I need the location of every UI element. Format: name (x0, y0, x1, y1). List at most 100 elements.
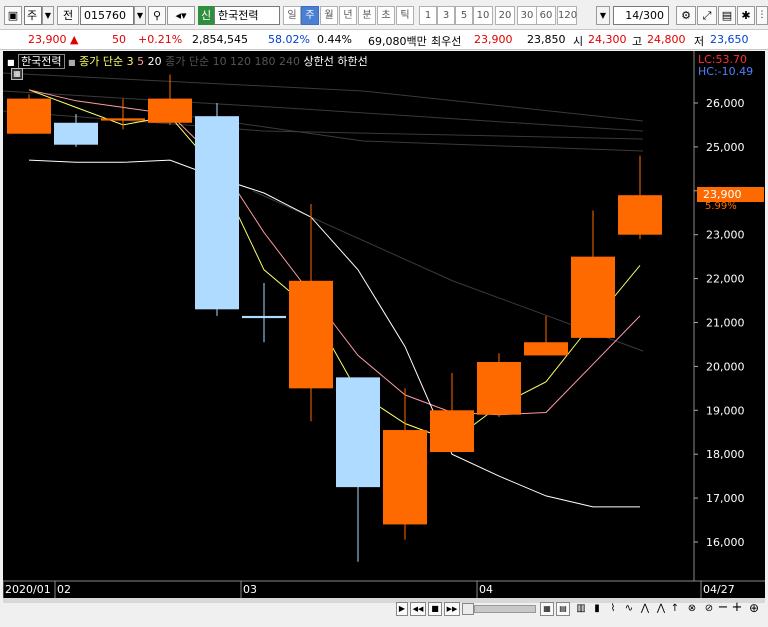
grid-icon[interactable]: ▦ (11, 68, 23, 80)
chart-type-line-icon[interactable]: ⌇ (606, 602, 620, 616)
legend-upper-limit[interactable]: 상한선 (304, 55, 334, 68)
interval-button-5[interactable]: 30 (517, 6, 537, 25)
price-change-pct: +0.21% (138, 33, 183, 46)
list-icon[interactable]: ▤ (556, 602, 570, 616)
legend-ma-hidden[interactable]: 종가 단순 10 120 180 240 (165, 55, 300, 68)
stock-name[interactable]: 한국전력 (214, 6, 280, 25)
interval-button-4[interactable]: 20 (495, 6, 515, 25)
current-price-pct: 5.99% (705, 201, 737, 212)
legend-ma-3: 3 (126, 55, 134, 68)
period-button-5[interactable]: 초 (377, 6, 395, 25)
square-icon: ■ (7, 58, 15, 67)
period-button-6[interactable]: 틱 (396, 6, 414, 25)
legend-ma-20: 20 (147, 55, 162, 68)
fullscreen-icon[interactable]: ⊕ (746, 600, 762, 616)
window-icon[interactable]: ▣ (4, 6, 22, 25)
market-type-select[interactable]: 주 (24, 6, 42, 25)
volume-ratio: 58.02% (268, 33, 310, 46)
square-icon: ■ (68, 58, 76, 67)
y-tick-label: 19,000 (706, 404, 745, 417)
interval-button-1[interactable]: 3 (437, 6, 455, 25)
y-tick-label: 17,000 (706, 492, 745, 505)
chart-navigation-bar: ▶ ◀◀ ■ ▶▶ ▦ ▤ ▥ ▮ ⌇ ∿ ⋀ ⋀ ↑ ⊗ ⊘ − + ⊕ (0, 598, 768, 627)
candle-body (195, 116, 239, 310)
candlestick-chart[interactable]: 26,00025,00024,00023,00022,00021,00020,0… (3, 51, 765, 598)
interval-dropdown[interactable]: ▼ (596, 6, 610, 25)
first-page-button[interactable]: ◀◀ (410, 602, 426, 616)
chart-type-peak-icon[interactable]: ⋀ (638, 602, 652, 616)
chart-type-point-icon[interactable]: ↑ (668, 602, 682, 616)
interval-button-2[interactable]: 5 (455, 6, 473, 25)
legend-ma-label[interactable]: 종가 단순 (79, 55, 123, 68)
turnover: 0.44% (317, 33, 352, 46)
candle-body (477, 362, 521, 415)
speaker-icon[interactable]: ◂▾ (167, 6, 195, 25)
candle-body (336, 377, 380, 488)
priority-label: 최우선 (431, 35, 462, 48)
ask-price: 23,900 (474, 33, 513, 46)
gear-icon[interactable]: ✱ (737, 6, 755, 25)
x-tick-label: 2020/01 (5, 583, 51, 596)
y-tick-label: 21,000 (706, 317, 745, 330)
open-price: 24,300 (588, 33, 627, 46)
more-icon[interactable]: ⋮ (756, 6, 768, 25)
zoom-icon[interactable]: ⤢ (697, 6, 717, 25)
candle-body (101, 118, 145, 121)
bid-price: 23,850 (527, 33, 566, 46)
interval-button-7[interactable]: 120 (557, 6, 577, 25)
play-button[interactable]: ▶ (396, 602, 408, 616)
legend-lower-limit[interactable]: 하한선 (337, 55, 367, 68)
price-change: 50 (112, 33, 126, 46)
high-price: 24,800 (647, 33, 686, 46)
ma-line-3 (28, 89, 641, 442)
stock-code-dropdown[interactable]: ▼ (134, 6, 146, 25)
scroll-left-button[interactable] (462, 603, 474, 615)
candle-body (383, 430, 427, 525)
zoom-reset-icon[interactable]: ⊘ (702, 602, 716, 616)
page-counter[interactable]: 14/300 (613, 6, 669, 25)
interval-button-3[interactable]: 10 (473, 6, 493, 25)
interval-button-0[interactable]: 1 (419, 6, 437, 25)
y-tick-label: 20,000 (706, 360, 745, 373)
y-tick-label: 23,000 (706, 229, 745, 242)
period-button-4[interactable]: 분 (358, 6, 376, 25)
high-label: 고 (632, 35, 643, 48)
chart-canvas[interactable]: 26,00025,00024,00023,00022,00021,00020,0… (3, 51, 765, 598)
chart-type-bar-icon[interactable]: ▮ (590, 602, 604, 616)
low-price: 23,650 (710, 33, 749, 46)
interval-button-6[interactable]: 60 (536, 6, 556, 25)
zoom-out-icon[interactable]: − (716, 600, 730, 616)
legend-stock-name[interactable]: 한국전력 (18, 54, 65, 69)
hc-value: HC:-10.49 (698, 65, 754, 78)
period-button-0[interactable]: 일 (283, 6, 301, 25)
x-tick-label: 04/27 (703, 583, 735, 596)
x-tick-label: 02 (57, 583, 71, 596)
scrollbar-track[interactable] (474, 605, 536, 613)
y-tick-label: 25,000 (706, 141, 745, 154)
y-tick-label: 16,000 (706, 536, 745, 549)
period-button-3[interactable]: 년 (339, 6, 357, 25)
market-type-dropdown[interactable]: ▼ (42, 6, 54, 25)
settings-sliders-icon[interactable]: ⚙ (676, 6, 696, 25)
stock-code-input[interactable]: 015760 (80, 6, 134, 25)
y-tick-label: 22,000 (706, 273, 745, 286)
candle-body (571, 256, 615, 338)
quote-bar: 23,900 ▲ 50 +0.21% 2,854,545 58.02% 0.44… (0, 30, 768, 50)
chart-type-peak2-icon[interactable]: ⋀ (654, 602, 668, 616)
candle-body (524, 342, 568, 356)
period-button-2[interactable]: 월 (320, 6, 338, 25)
prev-button[interactable]: 전 (57, 6, 79, 25)
low-label: 저 (694, 35, 705, 48)
save-icon[interactable]: ▤ (718, 6, 736, 25)
current-price: 23,900 (28, 33, 67, 46)
chart-type-wave-icon[interactable]: ∿ (622, 602, 636, 616)
chart-type-candle-icon[interactable]: ▥ (574, 602, 588, 616)
last-page-button[interactable]: ▶▶ (444, 602, 460, 616)
volume: 2,854,545 (192, 33, 248, 46)
search-icon[interactable]: ⚲ (148, 6, 166, 25)
stop-button[interactable]: ■ (428, 602, 442, 616)
zoom-in-icon[interactable]: + (730, 600, 744, 616)
reset-icon[interactable]: ⊗ (684, 602, 700, 616)
period-button-1[interactable]: 주 (301, 6, 319, 25)
table-icon[interactable]: ▦ (540, 602, 554, 616)
